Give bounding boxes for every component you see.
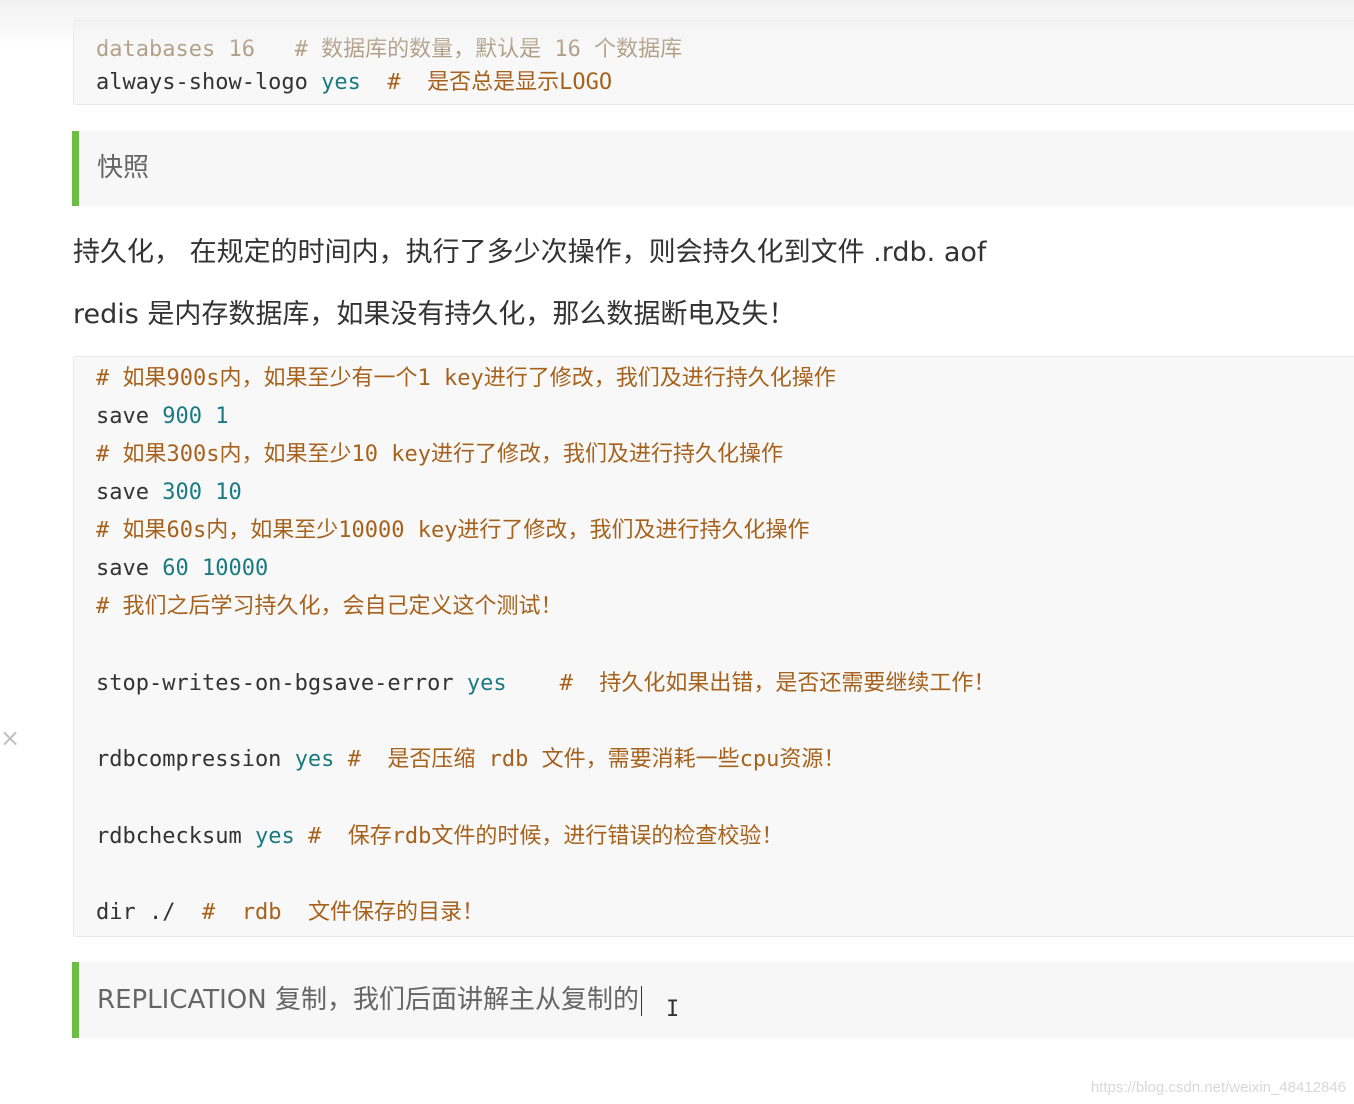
code-block-snapshot-config: # 如果900s内，如果至少有一个1 key进行了修改，我们及进行持久化操作 s… — [73, 356, 1354, 937]
replication-heading-text[interactable]: REPLICATION 复制，我们后面讲解主从复制的 — [97, 985, 639, 1015]
close-icon[interactable]: × — [0, 726, 20, 750]
snapshot-heading-text: 快照 — [97, 153, 150, 183]
snapshot-heading: 快照 — [72, 131, 1354, 206]
code-rdbchecksum-line: rdbchecksum yes # 保存rdb文件的时候，进行错误的检查校验！ — [96, 822, 783, 852]
comment-hash: # — [96, 518, 110, 543]
config-value: yes — [321, 70, 361, 95]
config-key: always-show-logo — [96, 70, 308, 95]
code-line-always-show-logo: always-show-logo yes # 是否总是显示LOGO — [96, 68, 612, 98]
config-key: save — [96, 404, 149, 429]
comment-text: 如果300s内，如果至少10 key进行了修改，我们及进行持久化操作 — [109, 442, 783, 467]
config-comment: # 保存rdb文件的时候，进行错误的检查校验！ — [307, 824, 784, 849]
config-value: 60 10000 — [162, 556, 269, 581]
code-line-databases: databases 16 # 数据库的数量，默认是 16 个数据库 — [96, 37, 683, 62]
comment-text: 如果900s内，如果至少有一个1 key进行了修改，我们及进行持久化操作 — [109, 366, 836, 391]
config-key: save — [96, 480, 149, 505]
code-stop-writes-line: stop-writes-on-bgsave-error yes # 持久化如果出… — [96, 669, 995, 699]
paragraph-persistence: 持久化， 在规定的时间内，执行了多少次操作，则会持久化到文件 .rdb. aof — [73, 237, 987, 268]
config-value: 900 1 — [162, 404, 229, 429]
comment-text: 我们之后学习持久化，会自己定义这个测试！ — [109, 594, 563, 619]
config-value: yes — [294, 747, 335, 772]
code-comment-line: # 如果300s内，如果至少10 key进行了修改，我们及进行持久化操作 — [96, 440, 783, 470]
code-comment-line: # 如果60s内，如果至少10000 key进行了修改，我们及进行持久化操作 — [96, 516, 809, 546]
config-value: 300 10 — [162, 480, 242, 505]
replication-heading[interactable]: REPLICATION 复制，我们后面讲解主从复制的 — [72, 962, 1354, 1038]
config-comment: # 是否总是显示LOGO — [387, 70, 613, 95]
ibeam-cursor-icon: I — [666, 997, 680, 1022]
code-save-line: save 300 10 — [96, 478, 242, 508]
comment-hash: # — [96, 594, 110, 619]
paragraph-redis-memory: redis 是内存数据库，如果没有持久化，那么数据断电及失！ — [73, 299, 796, 330]
comment-text: 如果60s内，如果至少10000 key进行了修改，我们及进行持久化操作 — [109, 518, 810, 543]
config-key: rdbcompression — [96, 747, 282, 772]
config-comment: # rdb 文件保存的目录！ — [201, 900, 484, 925]
config-comment: # 是否压缩 rdb 文件，需要消耗一些cpu资源！ — [347, 747, 846, 772]
code-dir-line: dir ./ # rdb 文件保存的目录！ — [96, 898, 484, 928]
config-key: dir ./ — [96, 900, 176, 925]
comment-hash: # — [96, 442, 110, 467]
watermark: https://blog.csdn.net/weixin_48412846 — [1090, 1079, 1346, 1096]
code-comment-line: # 如果900s内，如果至少有一个1 key进行了修改，我们及进行持久化操作 — [96, 364, 836, 394]
config-key: rdbchecksum — [96, 824, 242, 849]
code-block-general: databases 16 # 数据库的数量，默认是 16 个数据库 always… — [73, 20, 1354, 105]
code-rdbcompression-line: rdbcompression yes # 是否压缩 rdb 文件，需要消耗一些c… — [96, 745, 845, 775]
config-key: stop-writes-on-bgsave-error — [96, 671, 454, 696]
comment-hash: # — [96, 366, 110, 391]
code-save-line: save 900 1 — [96, 402, 228, 432]
config-value: yes — [254, 824, 295, 849]
config-comment: # 持久化如果出错，是否还需要继续工作！ — [559, 671, 996, 696]
config-value: yes — [466, 671, 507, 696]
code-comment-line: # 我们之后学习持久化，会自己定义这个测试！ — [96, 592, 563, 622]
text-caret — [640, 985, 642, 1016]
config-key: save — [96, 556, 149, 581]
code-save-line: save 60 10000 — [96, 554, 268, 584]
